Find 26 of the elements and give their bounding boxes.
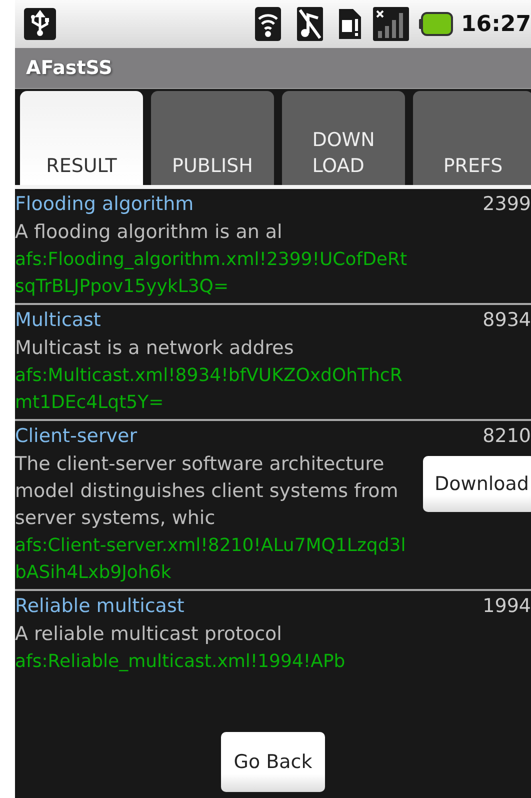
sim-alert-icon — [336, 7, 363, 41]
result-title[interactable]: Client-server — [15, 421, 138, 451]
usb-icon — [24, 8, 56, 40]
tab[interactable]: DOWN LOAD — [282, 91, 405, 185]
battery-icon — [418, 12, 453, 36]
muted-music-icon — [296, 7, 323, 41]
result-count: 2399 — [482, 192, 531, 217]
result-title[interactable]: Multicast — [15, 305, 101, 335]
app-title: AFastSS — [26, 57, 112, 79]
result-summary: The client-server software architecture model distinguishes client systems from server systems, whic — [15, 452, 400, 531]
wifi-icon — [254, 7, 281, 41]
result-count: 1994 — [482, 594, 531, 619]
result-title[interactable]: Flooding algorithm — [15, 189, 194, 219]
download-button[interactable]: Download — [422, 456, 531, 512]
tab[interactable]: PUBLISH — [151, 91, 274, 185]
result-summary: A reliable multicast protocol — [15, 622, 283, 647]
go-back-button[interactable]: Go Back — [220, 732, 326, 792]
result-count: 8210 — [482, 424, 531, 449]
tab[interactable]: PREFS — [413, 91, 531, 185]
result-title[interactable]: Reliable multicast — [15, 591, 184, 621]
status-time: 16:27 — [460, 12, 531, 36]
signal-icon — [372, 7, 409, 41]
result-summary: A flooding algorithm is an al — [15, 220, 284, 245]
result-count: 8934 — [482, 308, 531, 333]
result-summary: Multicast is a network addres — [15, 336, 295, 361]
tab[interactable]: RESULT — [20, 91, 143, 185]
